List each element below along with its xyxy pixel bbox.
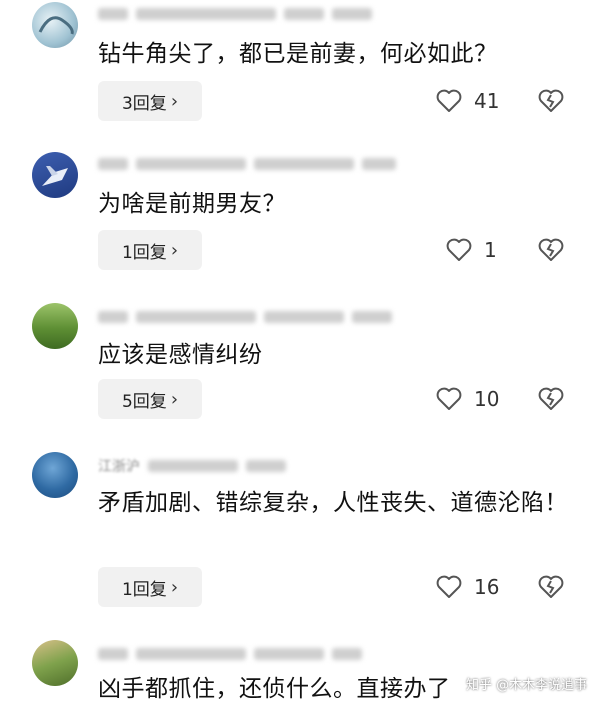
avatar[interactable] (32, 640, 78, 686)
comment-text: 应该是感情纠纷 (98, 342, 263, 368)
reply-label: 1回复 (121, 242, 167, 263)
heart-icon (436, 89, 462, 112)
like-button[interactable]: 10 (436, 379, 499, 419)
author-location: 江浙沪 (98, 459, 140, 475)
author-meta (98, 309, 392, 325)
chevron-right-icon: › (170, 576, 179, 598)
avatar[interactable] (32, 452, 78, 498)
broken-heart-icon (538, 238, 564, 261)
reply-button[interactable]: 5回复 › (98, 379, 202, 419)
heart-icon (446, 238, 472, 261)
reply-label: 3回复 (121, 93, 167, 114)
reply-button[interactable]: 1回复 › (98, 567, 202, 607)
like-count: 41 (474, 89, 500, 113)
avatar[interactable] (32, 2, 78, 48)
broken-heart-icon (538, 575, 564, 598)
like-button[interactable]: 16 (436, 567, 499, 607)
broken-heart-icon (538, 89, 564, 112)
chevron-right-icon: › (170, 388, 179, 410)
author-meta: 江浙沪 (98, 458, 286, 475)
reply-button[interactable]: 3回复 › (98, 81, 202, 121)
like-count: 16 (474, 575, 500, 599)
dislike-button[interactable] (538, 567, 564, 607)
author-meta (98, 156, 396, 172)
avatar[interactable] (32, 152, 78, 198)
comment-text: 矛盾加剧、错综复杂，人性丧失、道德沦陷！ (98, 490, 568, 516)
like-button[interactable]: 1 (446, 230, 497, 270)
reply-label: 5回复 (121, 391, 167, 412)
chevron-right-icon: › (170, 239, 179, 261)
comment-text: 为啥是前期男友？ (98, 191, 286, 217)
dislike-button[interactable] (538, 81, 564, 121)
like-button[interactable]: 41 (436, 81, 499, 121)
author-meta (98, 6, 372, 22)
heart-icon (436, 387, 462, 410)
like-count: 1 (484, 238, 497, 262)
reply-button[interactable]: 1回复 › (98, 230, 202, 270)
reply-label: 1回复 (121, 579, 167, 600)
chevron-right-icon: › (170, 90, 179, 112)
watermark: 知乎 @木木李说逍事 (466, 678, 588, 693)
comment-text: 钻牛角尖了，都已是前妻，何必如此？ (98, 41, 498, 67)
broken-heart-icon (538, 387, 564, 410)
dislike-button[interactable] (538, 379, 564, 419)
heart-icon (436, 575, 462, 598)
like-count: 10 (474, 387, 500, 411)
author-meta (98, 646, 362, 662)
dislike-button[interactable] (538, 230, 564, 270)
avatar[interactable] (32, 303, 78, 349)
